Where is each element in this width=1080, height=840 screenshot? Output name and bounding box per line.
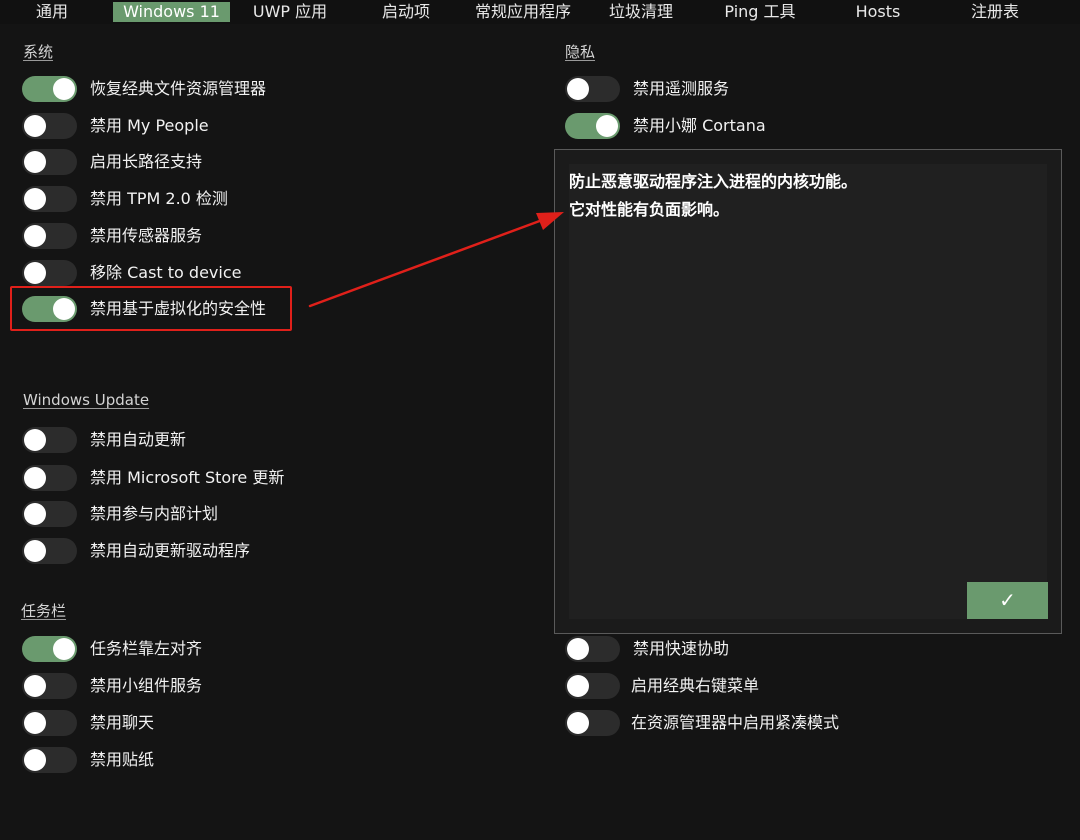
app-window: 通用 Windows 11 UWP 应用 启动项 常规应用程序 垃圾清理 Pin… bbox=[0, 0, 1080, 840]
annotation-arrow-head bbox=[536, 212, 564, 230]
annotation-arrow-shaft bbox=[308, 217, 547, 308]
annotation-arrow bbox=[308, 212, 564, 308]
